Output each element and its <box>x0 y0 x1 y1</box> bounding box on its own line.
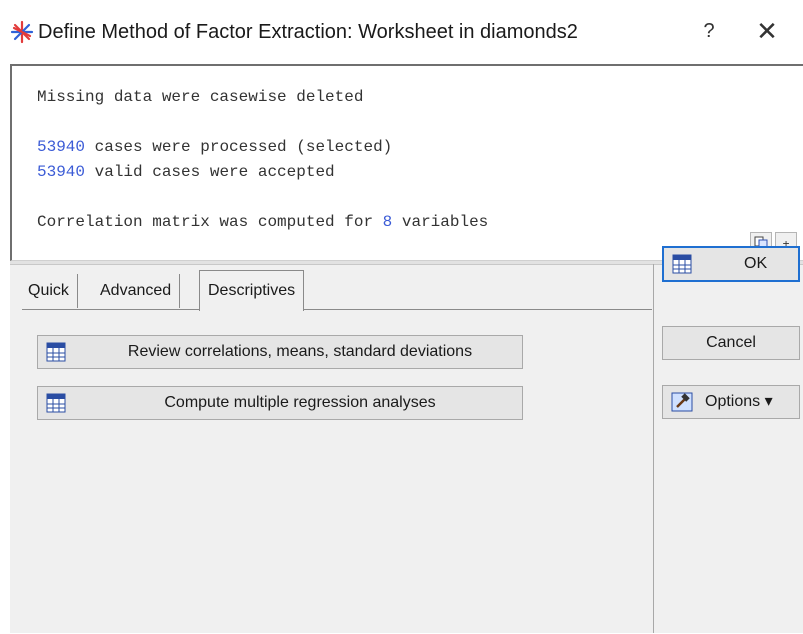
tab-quick[interactable]: Quick <box>20 274 78 308</box>
cases-accepted-count: 53940 <box>37 163 86 181</box>
compute-regression-button[interactable]: Compute multiple regression analyses <box>37 386 523 420</box>
asterisk-star-icon <box>10 20 34 44</box>
spreadsheet-icon <box>46 342 66 362</box>
output-line-processed: 53940 cases were processed (selected) <box>37 138 393 156</box>
ok-label: OK <box>744 255 768 272</box>
cancel-button[interactable]: Cancel <box>662 326 800 360</box>
vertical-divider <box>653 264 654 633</box>
help-button[interactable]: ? <box>694 16 724 46</box>
compute-regression-label: Compute multiple regression analyses <box>164 394 436 411</box>
options-hammer-icon <box>671 392 693 412</box>
output-line-missing: Missing data were casewise deleted <box>37 88 364 106</box>
tab-descriptives[interactable]: Descriptives <box>199 270 305 311</box>
output-line-correlation: Correlation matrix was computed for 8 va… <box>37 213 489 231</box>
title-bar: Define Method of Factor Extraction: Work… <box>0 0 803 64</box>
variable-count: 8 <box>382 213 393 231</box>
output-panel: Missing data were casewise deleted 53940… <box>10 64 803 261</box>
options-label: Options ▾ <box>705 393 773 410</box>
ok-button[interactable]: OK <box>662 246 800 282</box>
spreadsheet-icon <box>46 393 66 413</box>
window-title: Define Method of Factor Extraction: Work… <box>38 21 578 43</box>
close-button[interactable]: ✕ <box>752 16 782 46</box>
cases-processed-count: 53940 <box>37 138 86 156</box>
cancel-label: Cancel <box>706 334 756 351</box>
tab-advanced[interactable]: Advanced <box>92 274 181 308</box>
review-correlations-button[interactable]: Review correlations, means, standard dev… <box>37 335 523 369</box>
spreadsheet-icon <box>672 254 692 274</box>
options-button[interactable]: Options ▾ <box>662 385 800 419</box>
output-line-accepted: 53940 valid cases were accepted <box>37 163 335 181</box>
review-correlations-label: Review correlations, means, standard dev… <box>127 343 473 360</box>
